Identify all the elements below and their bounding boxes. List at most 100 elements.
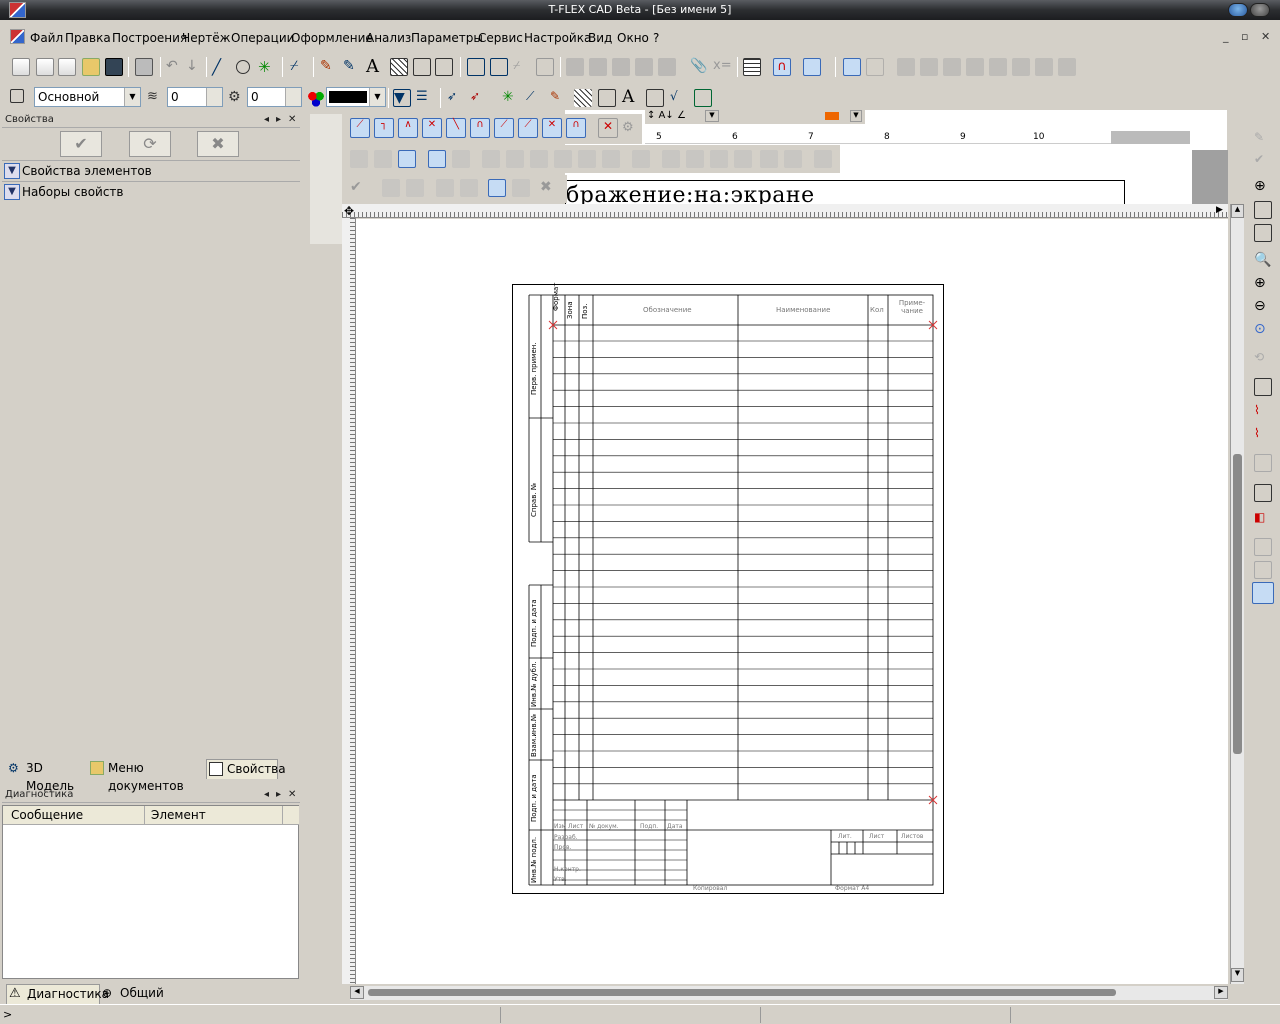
sketch-icon[interactable]: ✎ — [320, 58, 338, 76]
snap-pen-icon[interactable]: ✎ — [550, 89, 568, 107]
panel-next-icon[interactable]: ▸ — [276, 789, 281, 800]
text-op-2-icon[interactable] — [382, 179, 400, 197]
filter-list-icon[interactable]: ☰ — [416, 89, 434, 107]
chevron-down-icon[interactable]: ▼ — [4, 184, 20, 200]
zoom-previous-icon[interactable]: ⊙ — [1254, 321, 1272, 339]
color-icon[interactable] — [307, 89, 325, 107]
edit-8-icon[interactable] — [530, 150, 548, 168]
projection-icon[interactable]: ⌿ — [513, 58, 531, 76]
section-element-properties[interactable]: ▼ Свойства элементов — [2, 160, 300, 180]
menu-parameters[interactable]: Параметры — [411, 31, 483, 45]
tab-documents-menu[interactable]: Меню документов — [88, 759, 206, 793]
menu-view[interactable]: Вид — [588, 31, 612, 45]
column-header-element[interactable]: Элемент — [145, 806, 283, 825]
op-body-icon[interactable] — [658, 58, 676, 76]
fillet-4-icon[interactable]: ✕ — [422, 118, 442, 138]
pen-icon[interactable]: ✎ — [343, 58, 361, 76]
menu-help[interactable]: ? — [653, 31, 659, 45]
rt-model-icon[interactable]: ◧ — [1254, 510, 1272, 528]
tab-overview[interactable]: ⊕Общий вид — [100, 984, 184, 1018]
level-icon[interactable]: ≋ — [147, 89, 165, 107]
menu-window[interactable]: Окно — [617, 31, 649, 45]
view-2d-icon[interactable] — [843, 58, 861, 76]
view-page-icon[interactable] — [866, 58, 884, 76]
edit-15-icon[interactable] — [710, 150, 728, 168]
fragment-icon[interactable] — [467, 58, 485, 76]
text-ok-icon[interactable]: ✔ — [350, 179, 368, 197]
snap-fragment-icon[interactable] — [694, 89, 712, 107]
snap-rough-icon[interactable]: √ — [670, 89, 688, 107]
priority-field[interactable]: 0 — [247, 87, 302, 107]
column-header-message[interactable]: Сообщение — [3, 806, 145, 825]
edit-2-icon[interactable] — [374, 150, 392, 168]
edit-17-icon[interactable] — [760, 150, 778, 168]
op-extrude-icon[interactable] — [566, 58, 584, 76]
rt-pen-icon[interactable]: ✎ — [1254, 130, 1272, 148]
text-icon[interactable]: A — [366, 56, 384, 77]
text-op-7-icon[interactable] — [512, 179, 530, 197]
menu-service[interactable]: Сервис — [478, 31, 523, 45]
snap-hatch-icon[interactable] — [574, 89, 592, 107]
scroll-up-icon[interactable]: ▲ — [1231, 204, 1244, 218]
panel-next-icon[interactable]: ▸ — [276, 114, 281, 125]
fillet-cancel-icon[interactable]: ✕ — [598, 118, 618, 138]
calculator-icon[interactable] — [743, 58, 761, 76]
dimension-icon[interactable] — [413, 58, 431, 76]
panel-prev-icon[interactable]: ◂ — [264, 114, 269, 125]
zoom-plus-icon[interactable]: ⊕ — [1254, 275, 1272, 293]
panel-close-icon[interactable]: ✕ — [288, 114, 296, 125]
redo-icon[interactable]: ↓ — [186, 58, 204, 76]
scroll-down-icon[interactable]: ▼ — [1231, 968, 1244, 982]
view-3d4-icon[interactable] — [966, 58, 984, 76]
text-cancel-icon[interactable]: ✖ — [540, 179, 558, 197]
rt-disabled3-icon[interactable] — [1254, 561, 1272, 579]
view-3d8-icon[interactable] — [1058, 58, 1076, 76]
tab-diagnostics[interactable]: ⚠ Диагностика — [6, 984, 109, 1004]
edit-12-icon[interactable] — [632, 150, 650, 168]
horizontal-scrollbar[interactable]: ◀ ▶ — [350, 986, 1228, 1000]
rt-disabled2-icon[interactable] — [1254, 538, 1272, 556]
zoom-fit-icon[interactable] — [1254, 224, 1272, 242]
edit-14-icon[interactable] — [686, 150, 704, 168]
view-3d-icon[interactable] — [897, 58, 915, 76]
menu-construct[interactable]: Построения — [112, 31, 187, 45]
op-rotate-icon[interactable] — [589, 58, 607, 76]
fillet-2-icon[interactable]: ┐ — [374, 118, 394, 138]
edit-9-icon[interactable] — [554, 150, 572, 168]
edit-18-icon[interactable] — [784, 150, 802, 168]
zoom-in-icon[interactable]: ⊕ — [1254, 178, 1272, 196]
view-3d5-icon[interactable] — [989, 58, 1007, 76]
minimize-button[interactable] — [1228, 3, 1248, 17]
table-icon[interactable] — [536, 58, 554, 76]
text-op-3-icon[interactable] — [406, 179, 424, 197]
panel-prev-icon[interactable]: ◂ — [264, 789, 269, 800]
color-combo[interactable]: ▼ — [326, 87, 386, 107]
mdi-close-button[interactable]: ✕ — [1261, 30, 1270, 43]
hatch-icon[interactable] — [390, 58, 408, 76]
menu-settings[interactable]: Настройка — [524, 31, 591, 45]
tab-3d-model[interactable]: ⚙ 3D Модель — [6, 759, 88, 793]
menu-file[interactable]: Файл — [30, 31, 63, 45]
edit-7-icon[interactable] — [506, 150, 524, 168]
undo-icon[interactable]: ↶ — [166, 58, 184, 76]
rt-check-icon[interactable]: ✔ — [1254, 152, 1272, 170]
text-op-5-icon[interactable] — [460, 179, 478, 197]
edit-16-icon[interactable] — [734, 150, 752, 168]
view-3d3-icon[interactable] — [943, 58, 961, 76]
zoom-minus-icon[interactable]: ⊖ — [1254, 298, 1272, 316]
zoom-window-icon[interactable] — [1254, 201, 1272, 219]
print-icon[interactable] — [135, 58, 153, 76]
save-icon[interactable] — [105, 58, 123, 76]
new-file-icon[interactable] — [12, 58, 30, 76]
rt-layers-icon[interactable] — [1254, 378, 1272, 396]
snap-dim-icon[interactable] — [598, 89, 616, 107]
level-field[interactable]: 0 — [167, 87, 223, 107]
view-icon[interactable] — [490, 58, 508, 76]
rt-measure-icon[interactable]: ⌇ — [1254, 403, 1272, 421]
node-icon[interactable]: ✳ — [258, 58, 276, 76]
tolerance-icon[interactable] — [435, 58, 453, 76]
rt-disabled-icon[interactable] — [1254, 454, 1272, 472]
chevron-down-icon[interactable]: ▼ — [4, 163, 20, 179]
mdi-restore-button[interactable]: ▫ — [1241, 30, 1248, 43]
move-cursor-icon[interactable]: ✥ — [344, 205, 356, 217]
